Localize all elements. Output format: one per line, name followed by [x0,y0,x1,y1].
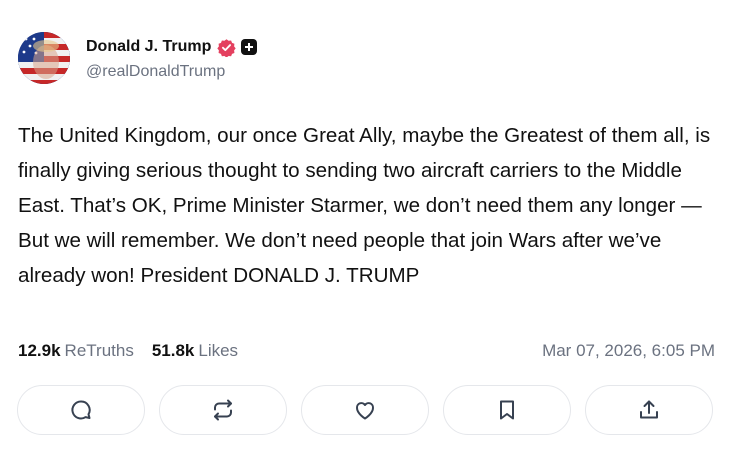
bookmark-button[interactable] [443,385,571,435]
post-header: Donald J. Trump @realDonaldTrump [18,32,258,84]
like-button[interactable] [301,385,429,435]
author-handle[interactable]: @realDonaldTrump [86,63,257,81]
retruths-count: 12.9k [18,341,61,360]
likes-stat[interactable]: 51.8k Likes [152,341,238,361]
reply-icon [69,398,93,422]
avatar-flag-portrait-icon [18,32,70,84]
post-timestamp[interactable]: Mar 07, 2026, 6:05 PM [542,341,715,361]
retruths-label: ReTruths [64,341,134,360]
share-icon [637,398,661,422]
author-display-name[interactable]: Donald J. Trump [86,38,211,56]
bookmark-icon [495,398,519,422]
post-text: The United Kingdom, our once Great Ally,… [18,124,711,287]
like-icon [353,398,377,422]
plus-badge-icon [241,39,258,55]
likes-count: 51.8k [151,341,195,360]
author-identity: Donald J. Trump @realDonaldTrump [86,35,258,81]
retruth-icon [211,398,235,422]
reply-button[interactable] [17,385,145,435]
likes-label: Likes [198,341,239,360]
action-bar [17,385,713,435]
post-stats: 12.9k ReTruths 51.8k Likes Mar 07, 2026, 6… [18,339,715,363]
share-button[interactable] [585,385,713,435]
retruth-button[interactable] [159,385,287,435]
avatar[interactable] [18,32,70,84]
verified-badge-icon [217,38,237,57]
name-row: Donald J. Trump [86,35,258,59]
retruths-stat[interactable]: 12.9k ReTruths [18,341,134,361]
